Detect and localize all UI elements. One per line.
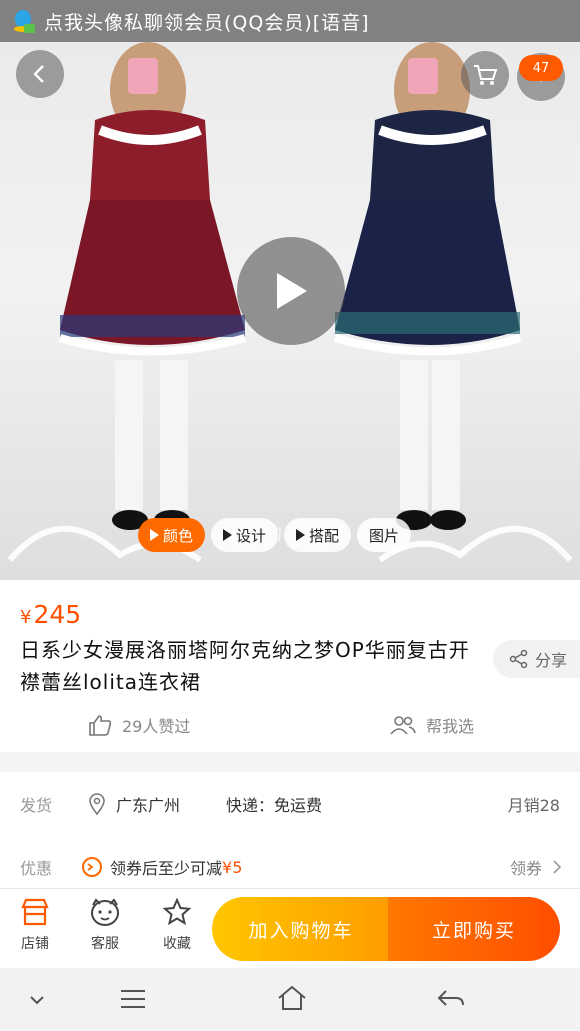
favorite-label: 收藏 xyxy=(163,936,191,952)
tab-match[interactable]: 搭配 xyxy=(284,518,352,552)
location-text: 广东广州 xyxy=(116,796,181,815)
action-bar: 店铺 客服 收藏 加入购物车 立即购买 xyxy=(0,888,580,968)
divider xyxy=(0,752,580,772)
service-label: 客服 xyxy=(91,936,119,952)
tab-design[interactable]: 设计 xyxy=(211,518,279,552)
likes-button[interactable]: 29人赞过 xyxy=(88,713,190,737)
coupon-amount: ¥5 xyxy=(222,857,243,877)
monthly-sales: 月销28 xyxy=(507,796,560,815)
cart-badge: 47 xyxy=(519,55,563,81)
users-icon xyxy=(390,716,416,735)
share-icon xyxy=(509,649,528,669)
menu-icon[interactable] xyxy=(118,988,148,1010)
tab-label: 图片 xyxy=(369,526,400,545)
tab-label: 搭配 xyxy=(309,526,340,545)
coupon-info: 领券后至少可减 ¥5 xyxy=(82,855,242,879)
coupon-icon xyxy=(82,857,102,877)
chevron-down-icon[interactable] xyxy=(28,994,46,1006)
play-icon xyxy=(296,529,306,541)
service-button[interactable]: 客服 xyxy=(75,897,135,953)
coupon-text: 领券后至少可减 xyxy=(110,859,223,878)
express-fee: 快递：免运费 xyxy=(226,796,323,815)
back-icon xyxy=(33,65,44,83)
product-title: 日系少女漫展洛丽塔阿尔克纳之梦OP华丽复古开襟蕾丝lolita连衣裙 xyxy=(20,638,470,694)
play-video-button[interactable] xyxy=(237,237,345,345)
system-nav-bar xyxy=(0,968,580,1031)
shipping-row: 发货 广东广州 快递：免运费 月销28 xyxy=(0,774,580,834)
play-icon xyxy=(150,529,159,541)
share-label: 分享 xyxy=(535,651,568,670)
help-me-choose-button[interactable]: 帮我选 xyxy=(390,713,474,737)
notification-text: 点我头像私聊领会员(QQ会员)[语音] xyxy=(44,11,370,34)
play-icon xyxy=(277,273,307,309)
shop-button[interactable]: 店铺 xyxy=(5,897,65,953)
tab-label: 颜色 xyxy=(163,526,194,545)
share-button[interactable]: 分享 xyxy=(493,640,580,678)
home-icon[interactable] xyxy=(276,984,308,1012)
add-to-cart-button[interactable]: 加入购物车 xyxy=(212,897,390,961)
help-label: 帮我选 xyxy=(426,717,475,736)
tab-color[interactable]: 颜色 xyxy=(138,518,206,552)
tab-label: 设计 xyxy=(236,526,267,545)
cart-icon xyxy=(474,65,498,85)
product-hero-image[interactable]: 47 贩婺的工作室 颜色 设计 搭配 图片 xyxy=(0,0,580,580)
shipping-label: 发货 xyxy=(20,796,53,815)
thumb-up-icon xyxy=(89,715,112,736)
location-icon xyxy=(89,793,105,815)
currency-symbol: ¥ xyxy=(20,607,32,628)
shop-label: 店铺 xyxy=(21,936,49,952)
back-button[interactable] xyxy=(16,50,64,98)
back-arrow-icon[interactable] xyxy=(436,988,466,1010)
media-tabs: 颜色 设计 搭配 图片 xyxy=(138,518,417,552)
favorite-button[interactable]: 收藏 xyxy=(147,897,207,953)
buy-now-button[interactable]: 立即购买 xyxy=(388,897,560,961)
tab-images[interactable]: 图片 xyxy=(357,518,412,552)
get-coupon-label: 领券 xyxy=(509,859,542,878)
chevron-right-icon xyxy=(553,860,562,874)
promo-label: 优惠 xyxy=(20,859,53,878)
service-icon xyxy=(91,898,119,926)
notification-bar[interactable]: 点我头像私聊领会员(QQ会员)[语音] xyxy=(0,0,580,42)
shipping-location: 广东广州 xyxy=(88,792,180,816)
star-icon xyxy=(162,897,192,926)
shop-icon xyxy=(21,898,49,926)
play-icon xyxy=(223,529,233,541)
get-coupon-link[interactable]: 领券 xyxy=(510,855,562,879)
likes-label: 29人赞过 xyxy=(122,717,191,736)
qq-icon xyxy=(10,8,36,34)
price-value: 245 xyxy=(33,600,82,629)
price: ¥245 xyxy=(20,600,81,629)
cart-button[interactable] xyxy=(461,51,509,99)
